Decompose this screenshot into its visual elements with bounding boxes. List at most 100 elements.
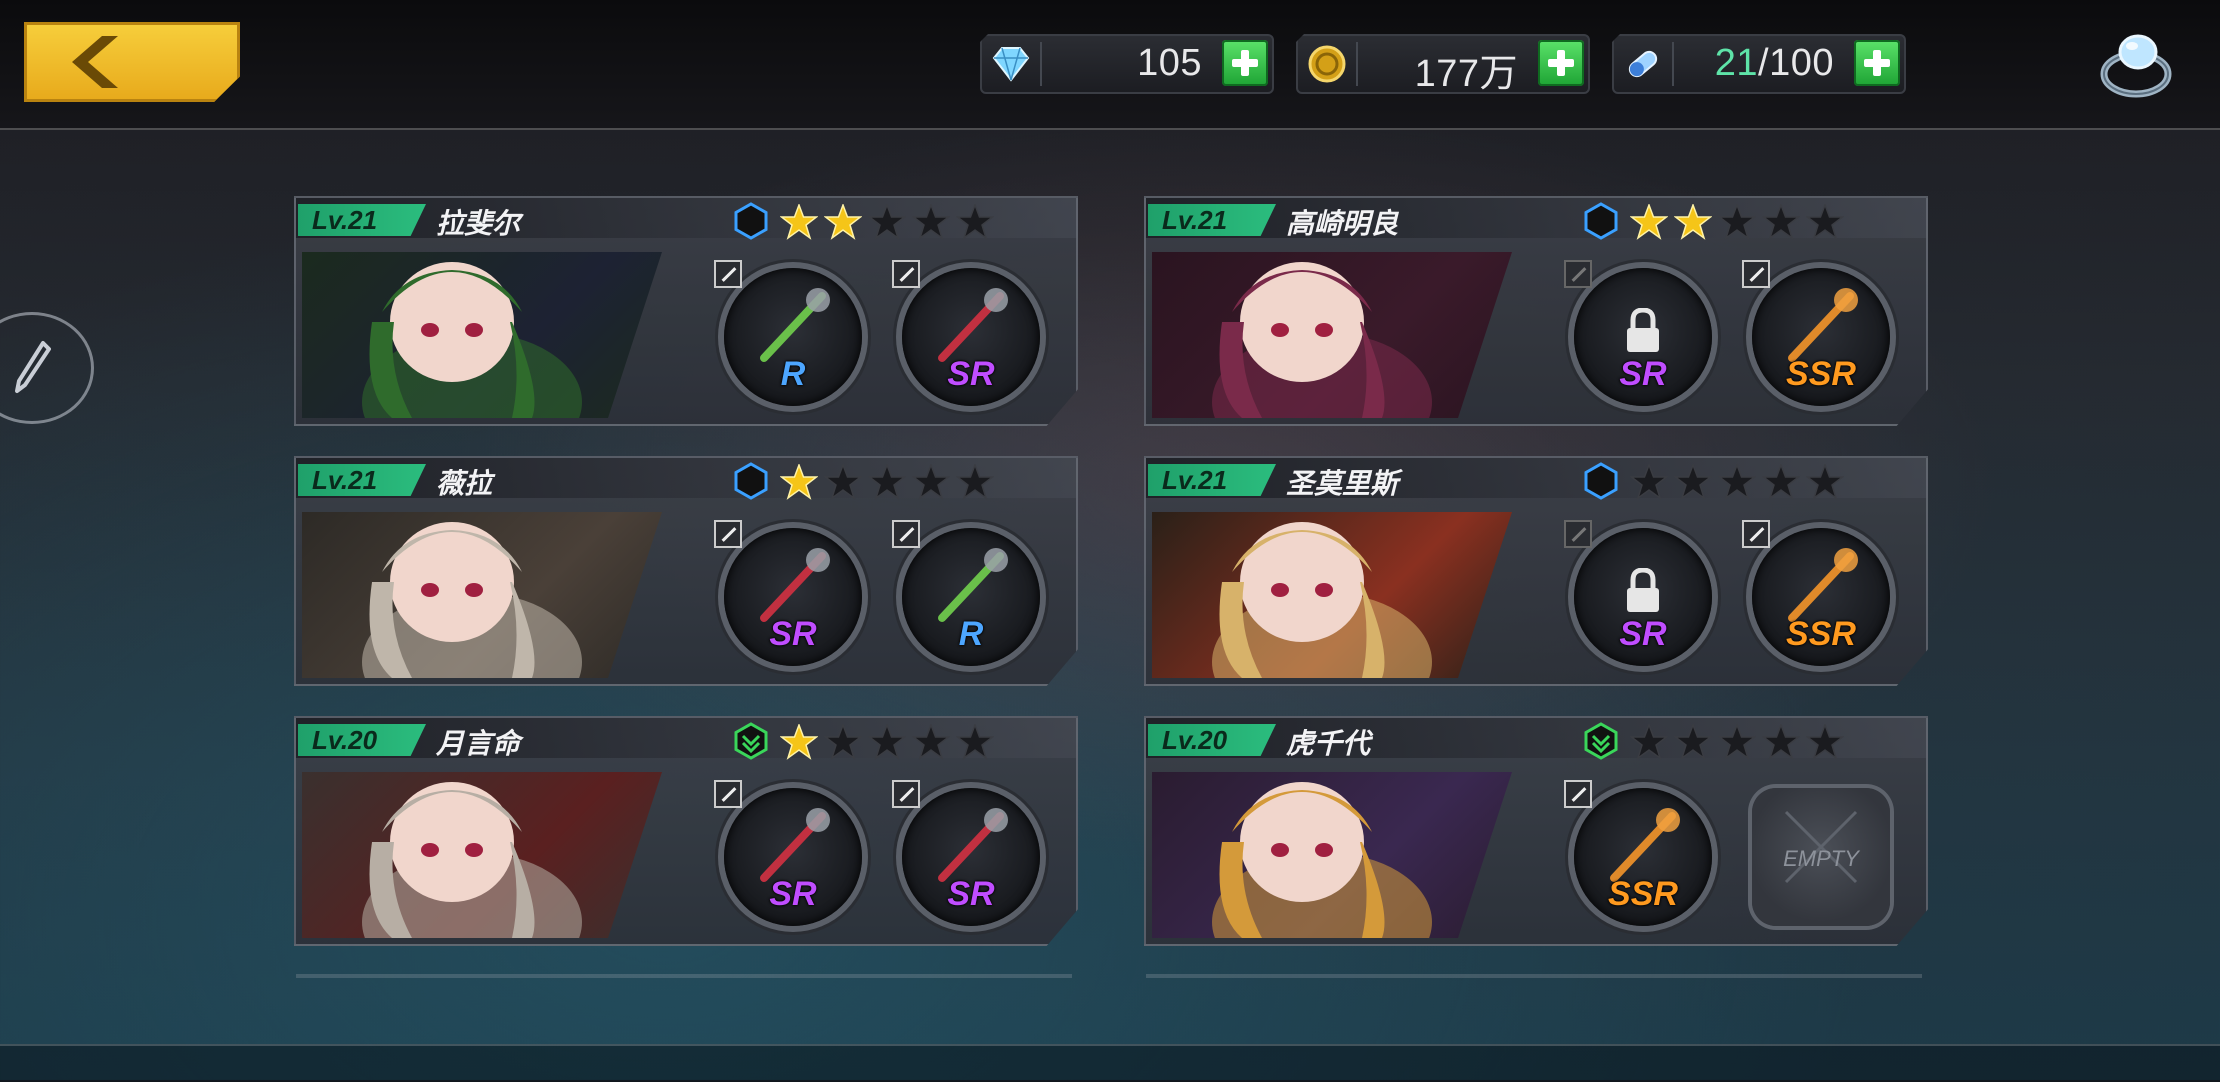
- star-empty-icon: [1674, 724, 1712, 760]
- equipment-slot[interactable]: R: [714, 260, 862, 406]
- diamond-value: 105: [1137, 42, 1202, 84]
- equipment-slot[interactable]: SR: [1564, 520, 1712, 666]
- lock-icon: [1627, 568, 1659, 612]
- rarity-label: SR: [769, 875, 817, 913]
- equipment-slot[interactable]: SR: [892, 780, 1040, 926]
- edit-slot-icon[interactable]: [714, 780, 742, 808]
- divider: [1146, 974, 1922, 978]
- edit-slot-icon[interactable]: [892, 260, 920, 288]
- character-name: 拉斐尔: [436, 207, 521, 240]
- star-rating: [780, 204, 994, 240]
- character-name: 圣莫里斯: [1286, 467, 1399, 500]
- star-rating: [780, 724, 994, 760]
- character-name: 高崎明良: [1286, 207, 1399, 240]
- star-filled-icon: [1674, 204, 1712, 240]
- star-filled-icon: [780, 464, 818, 500]
- edit-slot-icon[interactable]: [892, 780, 920, 808]
- edit-slot-icon[interactable]: [1564, 780, 1592, 808]
- chevron-rank-icon: [734, 722, 768, 760]
- divider: [296, 974, 1072, 978]
- star-empty-icon: [1718, 204, 1756, 240]
- equipment-slot[interactable]: SSR: [1564, 780, 1712, 926]
- equipment-slot[interactable]: SR: [892, 260, 1040, 406]
- character-card[interactable]: Lv.21 高崎明良 SR SSR: [1144, 196, 1928, 426]
- rarity-label: SSR: [1608, 875, 1678, 913]
- equipment-slot[interactable]: SR: [714, 780, 862, 926]
- pencil-icon: [15, 341, 51, 393]
- star-empty-icon: [1674, 464, 1712, 500]
- edit-slot-icon[interactable]: [1742, 520, 1770, 548]
- star-empty-icon: [1762, 204, 1800, 240]
- character-portrait: [1152, 512, 1512, 678]
- edit-team-button[interactable]: [0, 312, 94, 424]
- stamina-counter: 21/100: [1612, 34, 1906, 94]
- star-rating: [1630, 464, 1844, 500]
- star-empty-icon: [824, 464, 862, 500]
- star-empty-icon: [1806, 724, 1844, 760]
- star-empty-icon: [1630, 464, 1668, 500]
- stamina-value: 21/100: [1714, 42, 1834, 84]
- edit-slot-icon[interactable]: [714, 260, 742, 288]
- star-empty-icon: [912, 724, 950, 760]
- star-empty-icon: [868, 204, 906, 240]
- character-card[interactable]: Lv.21 圣莫里斯 SR SSR: [1144, 456, 1928, 686]
- level-badge: Lv.21: [1148, 464, 1276, 496]
- character-portrait: [302, 772, 662, 938]
- rarity-label: R: [780, 355, 806, 393]
- edit-slot-icon[interactable]: [1564, 260, 1592, 288]
- character-name: 薇拉: [436, 467, 493, 500]
- edit-slot-icon[interactable]: [714, 520, 742, 548]
- chevron-rank-icon: [1584, 722, 1618, 760]
- empty-equipment-slot[interactable]: EMPTY: [1752, 788, 1890, 926]
- level-badge: Lv.21: [298, 204, 426, 236]
- equipment-slot[interactable]: SSR: [1742, 260, 1890, 406]
- star-filled-icon: [1630, 204, 1668, 240]
- character-card[interactable]: Lv.20 虎千代 SSR EMPTY: [1144, 716, 1928, 946]
- add-gold-button[interactable]: [1538, 40, 1584, 86]
- character-card[interactable]: Lv.21 拉斐尔 R SR: [294, 196, 1078, 426]
- equipment-slot[interactable]: SSR: [1742, 520, 1890, 666]
- rarity-label: R: [958, 615, 984, 653]
- star-empty-icon: [1718, 464, 1756, 500]
- divider: [1040, 42, 1042, 86]
- star-empty-icon: [1806, 464, 1844, 500]
- divider: [1672, 42, 1674, 86]
- add-stamina-button[interactable]: [1854, 40, 1900, 86]
- star-filled-icon: [824, 204, 862, 240]
- character-card[interactable]: Lv.20 月言命 SR SR: [294, 716, 1078, 946]
- star-empty-icon: [868, 464, 906, 500]
- hexagon-rank-icon: [1584, 462, 1618, 500]
- equipment-slot[interactable]: SR: [714, 520, 862, 666]
- edit-slot-icon[interactable]: [1564, 520, 1592, 548]
- rarity-label: SR: [1619, 355, 1667, 393]
- level-badge: Lv.21: [298, 464, 426, 496]
- star-empty-icon: [912, 204, 950, 240]
- add-diamond-button[interactable]: [1222, 40, 1268, 86]
- back-button[interactable]: [24, 22, 240, 102]
- level-badge: Lv.21: [1148, 204, 1276, 236]
- rarity-label: SSR: [1786, 355, 1856, 393]
- character-name: 虎千代: [1286, 727, 1371, 760]
- star-empty-icon: [1806, 204, 1844, 240]
- character-portrait: [1152, 772, 1512, 938]
- edit-slot-icon[interactable]: [892, 520, 920, 548]
- equipment-slot[interactable]: SR: [1564, 260, 1712, 406]
- equipment-slot[interactable]: R: [892, 520, 1040, 666]
- star-rating: [780, 464, 994, 500]
- character-portrait: [302, 252, 662, 418]
- star-rating: [1630, 204, 1844, 240]
- diamond-icon: [992, 47, 1030, 82]
- character-portrait: [302, 512, 662, 678]
- star-empty-icon: [824, 724, 862, 760]
- gold-coin-icon: [1308, 45, 1346, 83]
- star-empty-icon: [1762, 724, 1800, 760]
- rarity-label: SR: [947, 355, 995, 393]
- edit-slot-icon[interactable]: [1742, 260, 1770, 288]
- ring-icon[interactable]: [2094, 26, 2178, 106]
- star-filled-icon: [780, 724, 818, 760]
- gold-counter: 177万: [1296, 34, 1590, 94]
- character-card[interactable]: Lv.21 薇拉 SR R: [294, 456, 1078, 686]
- lock-icon: [1627, 308, 1659, 352]
- star-empty-icon: [912, 464, 950, 500]
- level-badge: Lv.20: [298, 724, 426, 756]
